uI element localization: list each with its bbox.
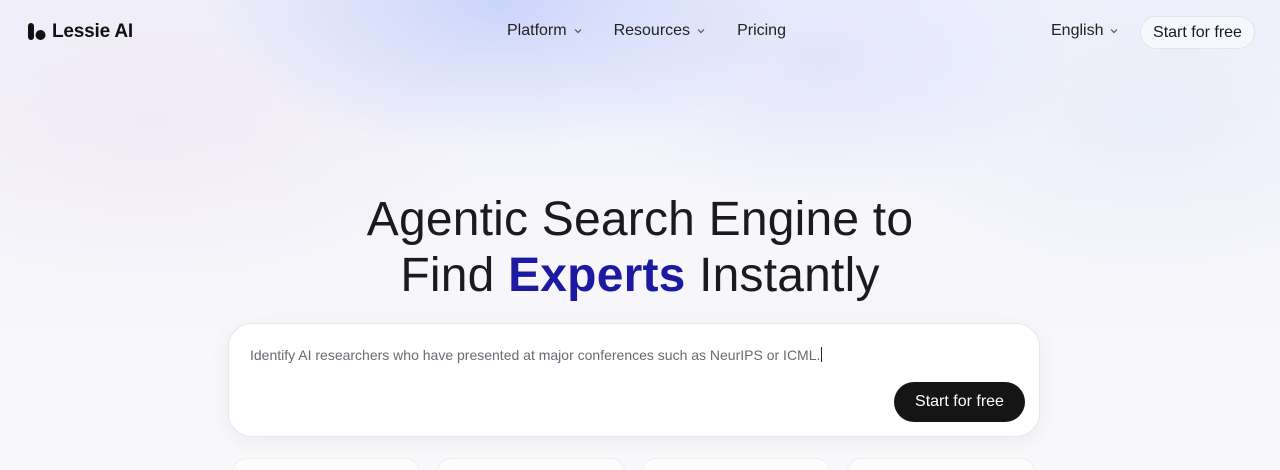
lessie-logo-icon	[28, 23, 46, 40]
language-selector[interactable]: English	[1051, 22, 1119, 40]
hero-line-2-pre: Find	[400, 249, 509, 302]
nav-item-label: Resources	[613, 22, 691, 39]
text-caret	[821, 347, 823, 362]
search-box[interactable]: Identify AI researchers who have present…	[228, 323, 1040, 437]
example-cards-row	[0, 458, 1280, 470]
language-label: English	[1051, 22, 1104, 39]
nav-item-platform[interactable]: Platform	[507, 22, 583, 40]
chevron-down-icon	[697, 29, 705, 34]
brand-name: Lessie AI	[52, 21, 133, 42]
example-card[interactable]	[847, 458, 1035, 470]
nav-item-label: Platform	[507, 22, 567, 39]
hero-line-2-post: Instantly	[685, 249, 880, 302]
example-card[interactable]	[642, 458, 830, 470]
chevron-down-icon	[574, 29, 582, 34]
top-navbar: Lessie AI Platform Resources Pricing Eng…	[0, 0, 1280, 64]
example-card[interactable]	[232, 458, 420, 470]
nav-item-label: Pricing	[737, 22, 786, 39]
search-start-free-button[interactable]: Start for free	[894, 382, 1025, 422]
hero-headline: Agentic Search Engine to Find Experts In…	[0, 192, 1280, 304]
main-nav: Platform Resources Pricing	[507, 22, 786, 40]
nav-item-pricing[interactable]: Pricing	[737, 22, 786, 40]
example-card[interactable]	[437, 458, 625, 470]
brand-logo[interactable]: Lessie AI	[27, 21, 133, 43]
hero-line-1: Agentic Search Engine to	[366, 193, 914, 246]
hero-accent-word: Experts	[508, 249, 686, 302]
nav-item-resources[interactable]: Resources	[614, 22, 706, 40]
search-input-value: Identify AI researchers who have present…	[250, 347, 821, 363]
header-start-free-button[interactable]: Start for free	[1140, 16, 1255, 49]
chevron-down-icon	[1111, 29, 1118, 34]
search-input[interactable]: Identify AI researchers who have present…	[250, 347, 823, 363]
